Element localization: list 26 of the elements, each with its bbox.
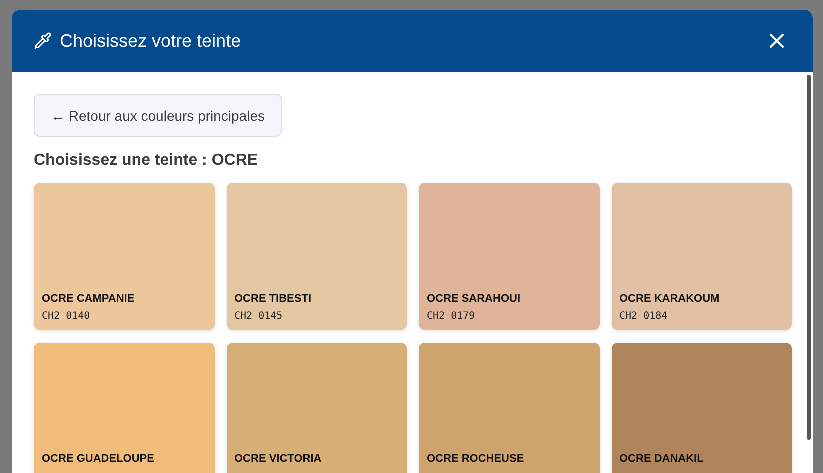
- color-swatch[interactable]: OCRE SARAHOUI CH2 0179: [419, 183, 600, 330]
- swatch-name: OCRE GUADELOUPE: [42, 453, 156, 465]
- color-swatch[interactable]: OCRE CAMPANIE CH2 0140: [34, 183, 214, 330]
- color-swatch[interactable]: OCRE DANAKIL: [612, 343, 792, 473]
- close-icon: [769, 33, 785, 49]
- color-swatch[interactable]: OCRE TIBESTI CH2 0145: [226, 183, 407, 330]
- section-heading: Choisissez une teinte : OCRE: [34, 152, 260, 170]
- swatch-code: CH2 0145: [234, 311, 284, 323]
- swatch-code: CH2 0184: [620, 311, 669, 323]
- color-swatch[interactable]: OCRE KARAKOUM CH2 0184: [612, 183, 792, 330]
- color-swatch[interactable]: OCRE ROCHEUSE: [419, 343, 600, 473]
- swatch-name: OCRE VICTORIA: [234, 453, 323, 465]
- color-swatch[interactable]: OCRE GUADELOUPE: [34, 343, 214, 473]
- eyedropper-icon: [34, 32, 52, 50]
- swatch-code: CH2 0140: [42, 311, 92, 323]
- swatch-name: OCRE ROCHEUSE: [427, 453, 526, 465]
- swatch-name: OCRE TIBESTI: [234, 293, 313, 305]
- swatch-name: OCRE SARAHOUI: [427, 293, 522, 305]
- color-swatch[interactable]: OCRE VICTORIA: [226, 343, 407, 473]
- dialog-title: Choisissez votre teinte: [60, 30, 242, 52]
- swatch-name: OCRE KARAKOUM: [620, 293, 721, 305]
- back-button[interactable]: ← Retour aux couleurs principales: [34, 94, 282, 137]
- scrollbar[interactable]: [807, 75, 811, 440]
- swatch-name: OCRE CAMPANIE: [42, 293, 136, 305]
- swatch-name: OCRE DANAKIL: [620, 453, 705, 465]
- swatch-code: CH2 0179: [427, 311, 476, 323]
